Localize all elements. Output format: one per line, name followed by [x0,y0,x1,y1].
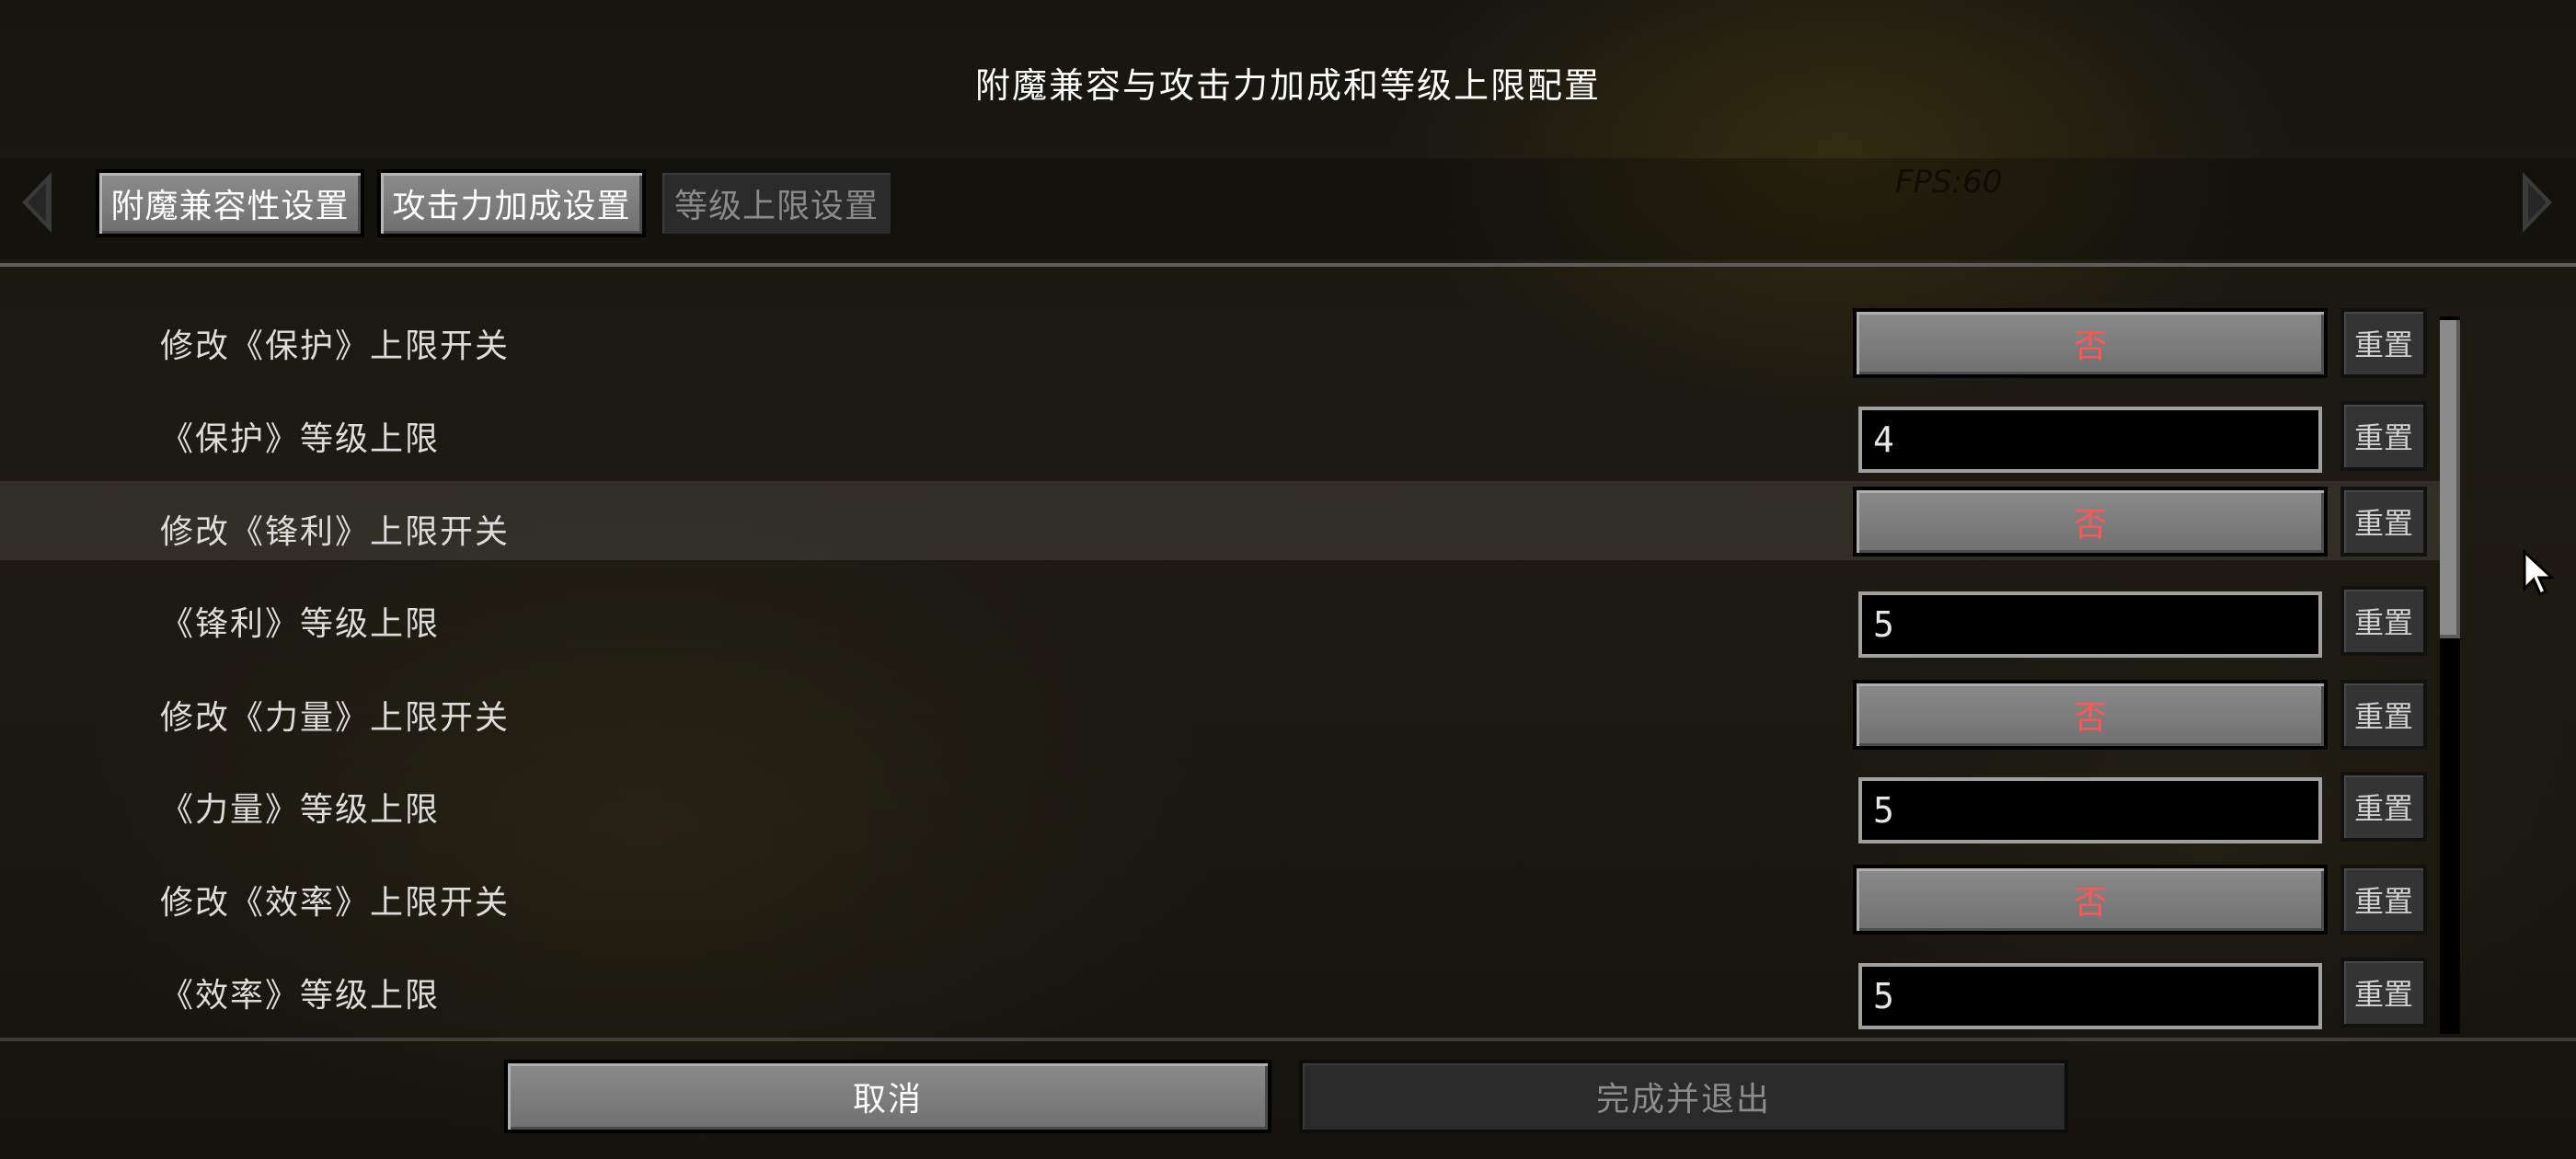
tab-enchant-compat[interactable]: 附魔兼容性设置 [96,169,364,237]
row-label: 修改《效率》上限开关 [160,884,511,922]
toggle-button[interactable]: 否 [1853,487,2328,557]
reset-button[interactable]: 重置 [2340,772,2427,842]
config-row: 修改《效率》上限开关 否 重置 [0,857,2447,936]
row-label: 修改《锋利》上限开关 [160,513,511,551]
level-input[interactable]: 5 [1858,777,2322,843]
fps-overlay: FPS:60 [1895,164,2003,201]
reset-button[interactable]: 重置 [2340,401,2427,471]
config-row: 修改《保护》上限开关 否 重置 [0,301,2447,380]
toggle-button[interactable]: 否 [1853,308,2328,378]
tab-level-cap[interactable]: 等级上限设置 [659,169,894,237]
row-label: 修改《保护》上限开关 [160,327,511,365]
reset-button[interactable]: 重置 [2340,680,2427,750]
reset-button[interactable]: 重置 [2340,586,2427,656]
level-input[interactable]: 5 [1858,963,2322,1029]
row-label: 《效率》等级上限 [160,977,441,1015]
tab-attack-bonus[interactable]: 攻击力加成设置 [377,169,646,237]
level-input[interactable]: 4 [1858,407,2322,473]
mouse-cursor-icon [2523,550,2554,597]
chevron-right-icon [2523,172,2552,233]
config-row: 《效率》等级上限 5 重置 [0,950,2447,1029]
chevron-left-icon [22,172,52,233]
row-label: 《保护》等级上限 [160,420,441,458]
reset-button[interactable]: 重置 [2340,308,2427,378]
divider [0,1038,2576,1041]
config-row: 《锋利》等级上限 5 重置 [0,579,2447,658]
tab-scroll-right-button[interactable] [2517,167,2558,237]
config-row: 《保护》等级上限 4 重置 [0,394,2447,473]
row-label: 修改《力量》上限开关 [160,699,511,737]
toggle-button[interactable]: 否 [1853,680,2328,750]
config-row-hovered: 修改《锋利》上限开关 否 重置 [0,481,2447,560]
reset-button[interactable]: 重置 [2340,958,2427,1027]
config-row: 《力量》等级上限 5 重置 [0,764,2447,843]
scrollbar-thumb[interactable] [2440,320,2460,638]
config-list: 修改《保护》上限开关 否 重置 《保护》等级上限 4 重置 修改《锋利》上限开关… [0,271,2447,1035]
config-row: 修改《力量》上限开关 否 重置 [0,672,2447,752]
level-input[interactable]: 5 [1858,591,2322,658]
row-label: 《力量》等级上限 [160,791,441,829]
divider [0,263,2576,267]
cancel-button[interactable]: 取消 [504,1060,1271,1133]
done-exit-button[interactable]: 完成并退出 [1299,1060,2068,1133]
reset-button[interactable]: 重置 [2340,487,2427,557]
tab-scroll-left-button[interactable] [17,167,57,237]
toggle-button[interactable]: 否 [1853,865,2328,935]
row-label: 《锋利》等级上限 [160,605,441,643]
reset-button[interactable]: 重置 [2340,865,2427,935]
screen-title: 附魔兼容与攻击力加成和等级上限配置 [974,65,1601,106]
